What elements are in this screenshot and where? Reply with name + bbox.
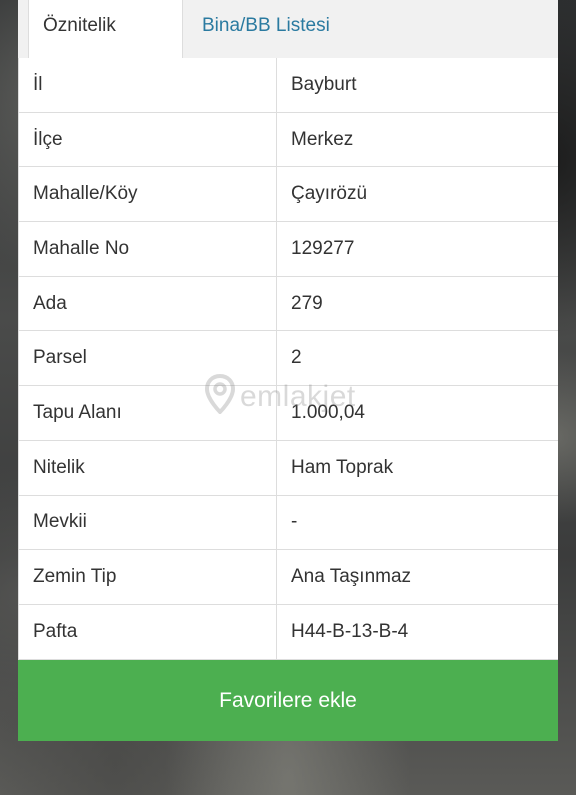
table-row: Pafta H44-B-13-B-4 bbox=[19, 604, 558, 660]
attribute-key: Zemin Tip bbox=[33, 566, 117, 588]
attribute-value: Ana Taşınmaz bbox=[276, 550, 558, 604]
tab-building-list[interactable]: Bina/BB Listesi bbox=[188, 0, 344, 58]
table-row: Mevkii - bbox=[19, 495, 558, 551]
parcel-info-panel: Öznitelik Bilgisi Bina/BB Listesi İl Bay… bbox=[18, 0, 558, 741]
attribute-key: Mahalle No bbox=[33, 237, 130, 259]
table-row: Zemin Tip Ana Taşınmaz bbox=[19, 550, 558, 605]
attribute-key: Nitelik bbox=[33, 456, 85, 478]
attribute-key: Mevkii bbox=[33, 511, 87, 533]
attribute-key: Mahalle/Köy bbox=[33, 183, 138, 205]
attribute-value: H44-B-13-B-4 bbox=[276, 604, 558, 659]
attribute-key: Tapu Alanı bbox=[33, 401, 122, 423]
attribute-key: Parsel bbox=[33, 347, 87, 369]
table-row: Mahalle No 129277 bbox=[19, 222, 558, 277]
table-row: Mahalle/Köy Çayırözü bbox=[19, 167, 558, 223]
table-row: İlçe Merkez bbox=[19, 112, 558, 168]
attribute-value: Merkez bbox=[276, 112, 558, 167]
attribute-key: İlçe bbox=[33, 128, 63, 150]
attribute-value: Çayırözü bbox=[276, 167, 558, 222]
attribute-value: 2 bbox=[276, 331, 558, 386]
attribute-key: Pafta bbox=[33, 620, 78, 642]
attribute-value: 279 bbox=[276, 276, 558, 331]
table-row: Parsel 2 bbox=[19, 331, 558, 387]
attribute-key: Ada bbox=[33, 292, 67, 314]
table-row: Nitelik Ham Toprak bbox=[19, 440, 558, 496]
tab-bar: Öznitelik Bilgisi Bina/BB Listesi bbox=[18, 0, 558, 88]
attribute-value: 1.000,04 bbox=[276, 386, 558, 440]
attribute-value: Ham Toprak bbox=[276, 440, 558, 495]
table-row: Tapu Alanı 1.000,04 bbox=[19, 386, 558, 441]
table-row: Ada 279 bbox=[19, 276, 558, 332]
attribute-value: - bbox=[276, 495, 558, 550]
tab-attribute-info[interactable]: Öznitelik Bilgisi bbox=[28, 0, 183, 88]
attribute-table: İl Bayburt İlçe Merkez Mahalle/Köy Çayır… bbox=[18, 58, 558, 660]
add-to-favorites-button[interactable]: Favorilere ekle bbox=[18, 660, 558, 741]
table-row: İl Bayburt bbox=[19, 58, 558, 113]
attribute-key: İl bbox=[33, 73, 43, 95]
attribute-value: 129277 bbox=[276, 222, 558, 276]
attribute-value: Bayburt bbox=[276, 58, 558, 112]
